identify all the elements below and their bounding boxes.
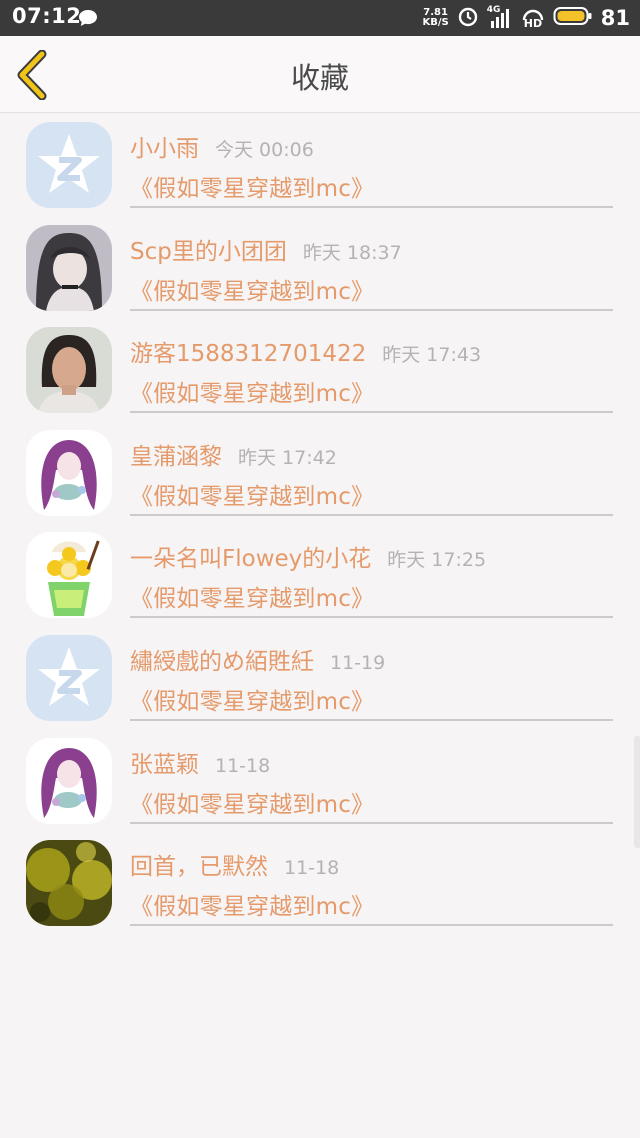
- list-item[interactable]: 张蓝颖 11-18 《假如零星穿越到mc》: [0, 729, 640, 832]
- work-title: 《假如零星穿越到mc》: [130, 278, 375, 305]
- page-title: 收藏: [290, 61, 349, 95]
- favorite-time: 昨天 17:42: [238, 446, 337, 469]
- qq-default-avatar-icon: [26, 122, 112, 208]
- qq-default-avatar-icon: [26, 634, 112, 721]
- avatar[interactable]: [26, 327, 112, 414]
- purple-hair-avatar-icon: [26, 737, 112, 824]
- signal-icon: 4G: [487, 5, 513, 29]
- work-title: 《假如零星穿越到mc》: [130, 176, 375, 202]
- list-item[interactable]: 繡綬戲的め絔貹紝 11-19 《假如零星穿越到mc》: [0, 626, 640, 729]
- item-content: 张蓝颖 11-18 《假如零星穿越到mc》: [130, 729, 613, 824]
- favorite-time: 11-18: [215, 754, 271, 777]
- work-title: 《假如零星穿越到mc》: [130, 586, 375, 613]
- work-title: 《假如零星穿越到mc》: [130, 688, 375, 715]
- favorites-list: 小小雨 今天 00:06 《假如零星穿越到mc》 Scp里的小团团 昨天 18:37…: [0, 113, 640, 934]
- item-content: 繡綬戲的め絔貹紝 11-19 《假如零星穿越到mc》: [130, 626, 613, 721]
- anime-girl-avatar-icon: [26, 224, 112, 311]
- avatar[interactable]: [26, 224, 112, 311]
- work-title: 《假如零星穿越到mc》: [130, 483, 375, 510]
- user-name: 一朵名叫Flowey的小花: [130, 546, 372, 573]
- avatar[interactable]: [26, 122, 112, 208]
- battery-icon: [553, 6, 593, 30]
- top-bar: 收藏: [0, 36, 640, 113]
- avatar[interactable]: [26, 737, 112, 824]
- list-item[interactable]: Scp里的小团团 昨天 18:37 《假如零星穿越到mc》: [0, 216, 640, 319]
- list-item[interactable]: 回首，已默然 11-18 《假如零星穿越到mc》: [0, 831, 640, 934]
- item-content: 一朵名叫Flowey的小花 昨天 17:25 《假如零星穿越到mc》: [130, 523, 613, 619]
- favorite-time: 11-18: [284, 857, 340, 880]
- item-content: 皇蒲涵黎 昨天 17:42 《假如零星穿越到mc》: [130, 421, 613, 516]
- list-item[interactable]: 一朵名叫Flowey的小花 昨天 17:25 《假如零星穿越到mc》: [0, 523, 640, 626]
- user-name: 繡綬戲的め絔貹紝: [130, 648, 314, 675]
- item-content: 游客1588312701422 昨天 17:43 《假如零星穿越到mc》: [130, 318, 613, 414]
- favorite-time: 11-19: [330, 651, 386, 674]
- favorite-time: 昨天 18:37: [302, 241, 402, 264]
- status-time: 07:12: [12, 4, 82, 28]
- hd-call-icon: HD: [521, 6, 545, 30]
- favorite-time: 昨天 17:25: [387, 549, 487, 572]
- alarm-icon: [457, 5, 479, 31]
- golden-blur-avatar-icon: [26, 840, 112, 927]
- list-item[interactable]: 游客1588312701422 昨天 17:43 《假如零星穿越到mc》: [0, 318, 640, 421]
- avatar[interactable]: [26, 634, 112, 721]
- item-content: 小小雨 今天 00:06 《假如零星穿越到mc》: [130, 113, 613, 208]
- user-name: 张蓝颖: [130, 751, 199, 778]
- user-name: 游客1588312701422: [130, 341, 367, 368]
- purple-hair-avatar-icon: [26, 429, 112, 516]
- item-content: Scp里的小团团 昨天 18:37 《假如零星穿越到mc》: [130, 216, 613, 311]
- user-name: Scp里的小团团: [130, 238, 287, 265]
- user-name: 回首，已默然: [130, 854, 268, 881]
- avatar[interactable]: [26, 840, 112, 927]
- battery-level: 81: [600, 6, 630, 30]
- network-speed: 7.81 KB/S: [422, 7, 449, 28]
- item-content: 回首，已默然 11-18 《假如零星穿越到mc》: [130, 831, 613, 927]
- avatar[interactable]: [26, 532, 112, 619]
- work-title: 《假如零星穿越到mc》: [130, 791, 375, 818]
- favorite-time: 今天 00:06: [215, 139, 314, 161]
- list-item[interactable]: 小小雨 今天 00:06 《假如零星穿越到mc》: [0, 113, 640, 216]
- photo-avatar-icon: [26, 327, 112, 414]
- user-name: 皇蒲涵黎: [130, 443, 222, 470]
- status-bar: 07:12 7.81 KB/S 4G HD 81: [0, 0, 640, 36]
- work-title: 《假如零星穿越到mc》: [130, 894, 375, 921]
- work-title: 《假如零星穿越到mc》: [130, 381, 375, 408]
- list-item[interactable]: 皇蒲涵黎 昨天 17:42 《假如零星穿越到mc》: [0, 421, 640, 524]
- favorite-time: 昨天 17:43: [382, 344, 482, 367]
- user-name: 小小雨: [130, 136, 199, 162]
- avatar[interactable]: [26, 429, 112, 516]
- flower-drink-avatar-icon: [26, 532, 112, 619]
- chat-bubble-icon: [78, 9, 98, 31]
- side-drawer-handle[interactable]: [634, 736, 640, 848]
